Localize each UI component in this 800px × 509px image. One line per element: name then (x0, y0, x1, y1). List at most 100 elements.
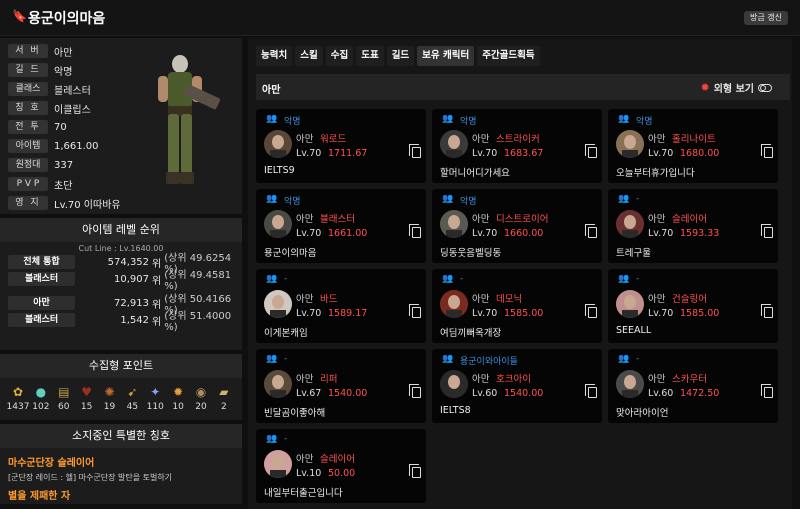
guild-icon: 👥 (266, 354, 278, 364)
collect-value: 60 (58, 402, 70, 412)
character-server: 아만 (472, 214, 490, 225)
copy-icon[interactable] (585, 144, 597, 158)
character-name: 용군이의마음 (264, 248, 317, 259)
tab-guild[interactable]: 길드 (386, 46, 415, 66)
server-name: 아만 (262, 85, 281, 96)
copy-icon[interactable] (585, 304, 597, 318)
character-server: 아만 (296, 454, 314, 465)
tab-chart[interactable]: 도표 (356, 46, 384, 66)
guild-icon: 👥 (618, 194, 630, 204)
character-card[interactable]: 👥 - 아만 리퍼 Lv.67 1540.00 빈달곰이좋아해 (256, 349, 426, 423)
character-level: Lv.10 (296, 468, 322, 479)
character-card[interactable]: 👥 악명 아만 홀리나이트 Lv.70 1680.00 오늘부터휴가입니다 (608, 109, 778, 183)
character-card[interactable]: 👥 - 아만 슬레이어 Lv.70 1593.33 트레구울 (608, 189, 778, 263)
tab-characters[interactable]: 보유 캐릭터 (417, 46, 475, 66)
character-guild: 악명 (284, 197, 301, 207)
character-guild: - (636, 274, 640, 284)
rank-percent: (상위 49.4581 %) (164, 270, 232, 292)
copy-icon[interactable] (409, 304, 421, 318)
map-icon: ▤ (58, 385, 70, 399)
character-level: Lv.70 (648, 308, 674, 319)
tab-weekly-gold[interactable]: 주간골드획득 (477, 46, 540, 66)
collect-value: 20 (195, 402, 207, 412)
character-card[interactable]: 👥 - 아만 스카우터 Lv.60 1472.50 맞아라아이언 (608, 349, 778, 423)
character-guild: 악명 (636, 117, 653, 127)
collect-item[interactable]: ➹ 45 (122, 384, 142, 412)
guild-icon: 👥 (266, 114, 278, 124)
info-row-expedition: 원정대 337 (8, 158, 73, 172)
tab-stats[interactable]: 능력치 (256, 46, 293, 66)
tab-bar: 능력치 스킬 수집 도표 길드 보유 캐릭터 주간골드획득 (256, 46, 540, 66)
collect-item[interactable]: ♥ 15 (77, 384, 97, 412)
leaf-icon: ✦ (150, 385, 161, 399)
character-server: 아만 (296, 294, 314, 305)
character-item-level: 1585.00 (504, 308, 544, 319)
tab-skills[interactable]: 스킬 (295, 46, 323, 66)
character-guild: 악명 (284, 117, 301, 127)
copy-icon[interactable] (585, 384, 597, 398)
character-item-level: 50.00 (328, 468, 356, 479)
character-item-level: 1661.00 (328, 228, 368, 239)
info-value: 아만 (54, 47, 73, 59)
rank-unit: 위 (152, 258, 162, 270)
info-label: 전 투 (8, 120, 48, 134)
copy-icon[interactable] (409, 464, 421, 478)
character-card[interactable]: 👥 악명 아만 스트라이커 Lv.70 1683.67 할머니어디가세요 (432, 109, 602, 183)
character-server: 아만 (472, 294, 490, 305)
rank-value: 10,907 (114, 273, 150, 285)
character-card[interactable]: 👥 - 아만 건슬링어 Lv.70 1585.00 SEEALL (608, 269, 778, 343)
character-class: 홀리나이트 (672, 134, 716, 145)
copy-icon[interactable] (585, 224, 597, 238)
copy-icon[interactable] (409, 224, 421, 238)
toggle-icon[interactable] (758, 83, 772, 92)
left-sidebar: 서 버 아만 길 드 악명 클래스 블레스터 칭 호 이클립스 전 투 70 아이템 1,6… (0, 38, 242, 508)
collect-item[interactable]: ▤ 60 (54, 384, 74, 412)
collect-item[interactable]: ▰ 2 (214, 384, 234, 412)
character-card[interactable]: 👥 - 아만 데모닉 Lv.70 1585.00 여딤끼뻐옥개장 (432, 269, 602, 343)
info-row-estate: 영 지 Lv.70 이따바유 (8, 196, 121, 211)
collect-item[interactable]: ● 102 (31, 384, 51, 412)
copy-icon[interactable] (761, 384, 773, 398)
character-level: Lv.60 (648, 388, 674, 399)
info-value: 이클립스 (54, 104, 91, 116)
collect-item[interactable]: ✦ 110 (145, 384, 165, 412)
collect-value: 15 (80, 402, 93, 412)
collect-value: 45 (126, 402, 139, 412)
refresh-button[interactable]: 방금 갱신 (744, 11, 788, 25)
character-portrait (264, 210, 292, 238)
collect-item[interactable]: ◉ 20 (191, 384, 211, 412)
copy-icon[interactable] (409, 144, 421, 158)
collect-item[interactable]: ✺ 19 (100, 384, 120, 412)
character-name: 내일부터출근입니다 (264, 488, 343, 499)
character-card[interactable]: 👥 악명 아만 디스트로이어 Lv.70 1660.00 딩동웃음벨딩동 (432, 189, 602, 263)
character-level: Lv.70 (296, 148, 322, 159)
info-row-server: 서 버 아만 (8, 44, 73, 59)
character-card[interactable]: 👥 - 아만 슬레이어 Lv.10 50.00 내일부터출근입니다 (256, 429, 426, 503)
character-guild: - (460, 274, 464, 284)
guild-icon: 👥 (442, 194, 454, 204)
info-label: 서 버 (8, 44, 48, 58)
rank-row: 블래스터 10,907 위 (상위 49.4581 %) (0, 270, 242, 292)
character-card[interactable]: 👥 - 아만 바드 Lv.70 1589.17 이게본캐임 (256, 269, 426, 343)
character-portrait (616, 290, 644, 318)
character-card[interactable]: 👥 용군이와아이들 아만 호크아이 Lv.60 1540.00 IELTS8 (432, 349, 602, 423)
rank-label: 블래스터 (8, 313, 76, 327)
tab-collect[interactable]: 수집 (325, 46, 354, 66)
appearance-toggle[interactable]: ✹ 외형 보기 (700, 80, 772, 95)
character-card[interactable]: 👥 악명 아만 워로드 Lv.70 1711.67 IELTS9 (256, 109, 426, 183)
character-card[interactable]: 👥 악명 아만 블래스터 Lv.70 1661.00 용군이의마음 (256, 189, 426, 263)
collect-item[interactable]: ✿ 1437 (7, 384, 30, 412)
copy-icon[interactable] (761, 144, 773, 158)
info-label: 칭 호 (8, 101, 48, 115)
info-value: 1,661.00 (54, 140, 99, 152)
character-name: 이게본캐임 (264, 328, 308, 339)
copy-icon[interactable] (761, 304, 773, 318)
rank-percent: (상위 51.4000 %) (164, 311, 232, 333)
copy-icon[interactable] (409, 384, 421, 398)
character-portrait (264, 450, 292, 478)
copy-icon[interactable] (761, 224, 773, 238)
collect-item[interactable]: ✹ 10 (168, 384, 188, 412)
medal-icon: ✹ (173, 385, 184, 399)
info-value: 초단 (54, 180, 73, 192)
character-name: IELTS9 (264, 165, 295, 176)
